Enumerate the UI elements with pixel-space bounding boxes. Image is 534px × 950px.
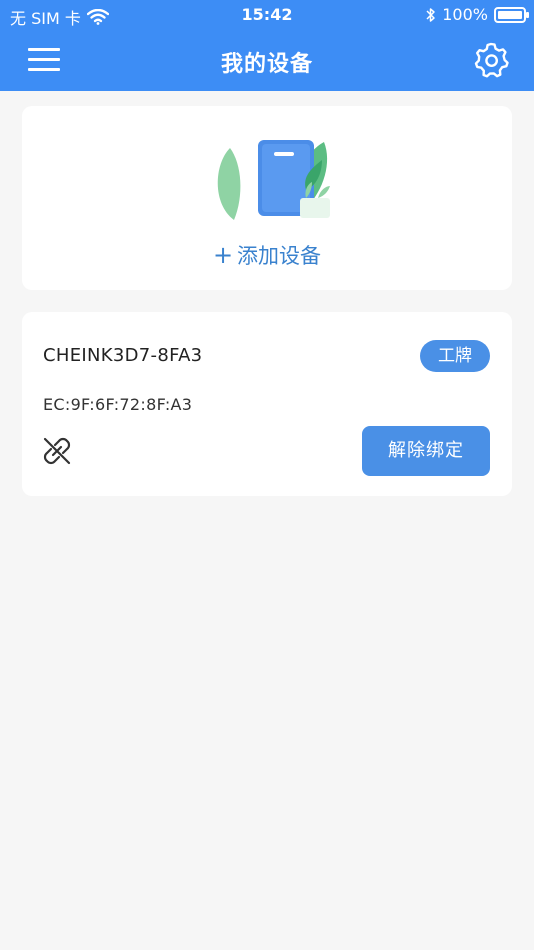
bluetooth-icon: [426, 7, 435, 22]
device-mac-address: EC:9F:6F:72:8F:A3: [43, 395, 193, 414]
add-device-card[interactable]: + 添加设备: [22, 106, 512, 290]
device-illustration-icon: [217, 140, 330, 220]
page-title: 我的设备: [220, 52, 313, 77]
nav-bar: 我的设备: [0, 32, 534, 91]
device-name: CHEINK3D7-8FA3: [43, 345, 203, 366]
device-card[interactable]: CHEINK3D7-8FA3 工牌 EC:9F:6F:72:8F:A3 解除绑定: [22, 312, 512, 496]
unlink-icon: [43, 437, 71, 465]
battery-percentage: 100%: [442, 5, 488, 24]
add-device-button[interactable]: + 添加设备: [22, 240, 512, 270]
settings-button[interactable]: [472, 41, 510, 79]
plus-icon: +: [212, 241, 234, 269]
battery-icon: [494, 6, 529, 23]
status-bar: 无 SIM 卡 15:42 100%: [0, 0, 534, 32]
status-right: 100%: [426, 5, 529, 24]
unbind-button[interactable]: 解除绑定: [362, 426, 490, 476]
device-type-badge: 工牌: [420, 340, 490, 372]
add-device-label: 添加设备: [237, 244, 322, 268]
gear-icon: [474, 42, 509, 78]
app-header: 无 SIM 卡 15:42 100% 我的设备: [0, 0, 534, 91]
